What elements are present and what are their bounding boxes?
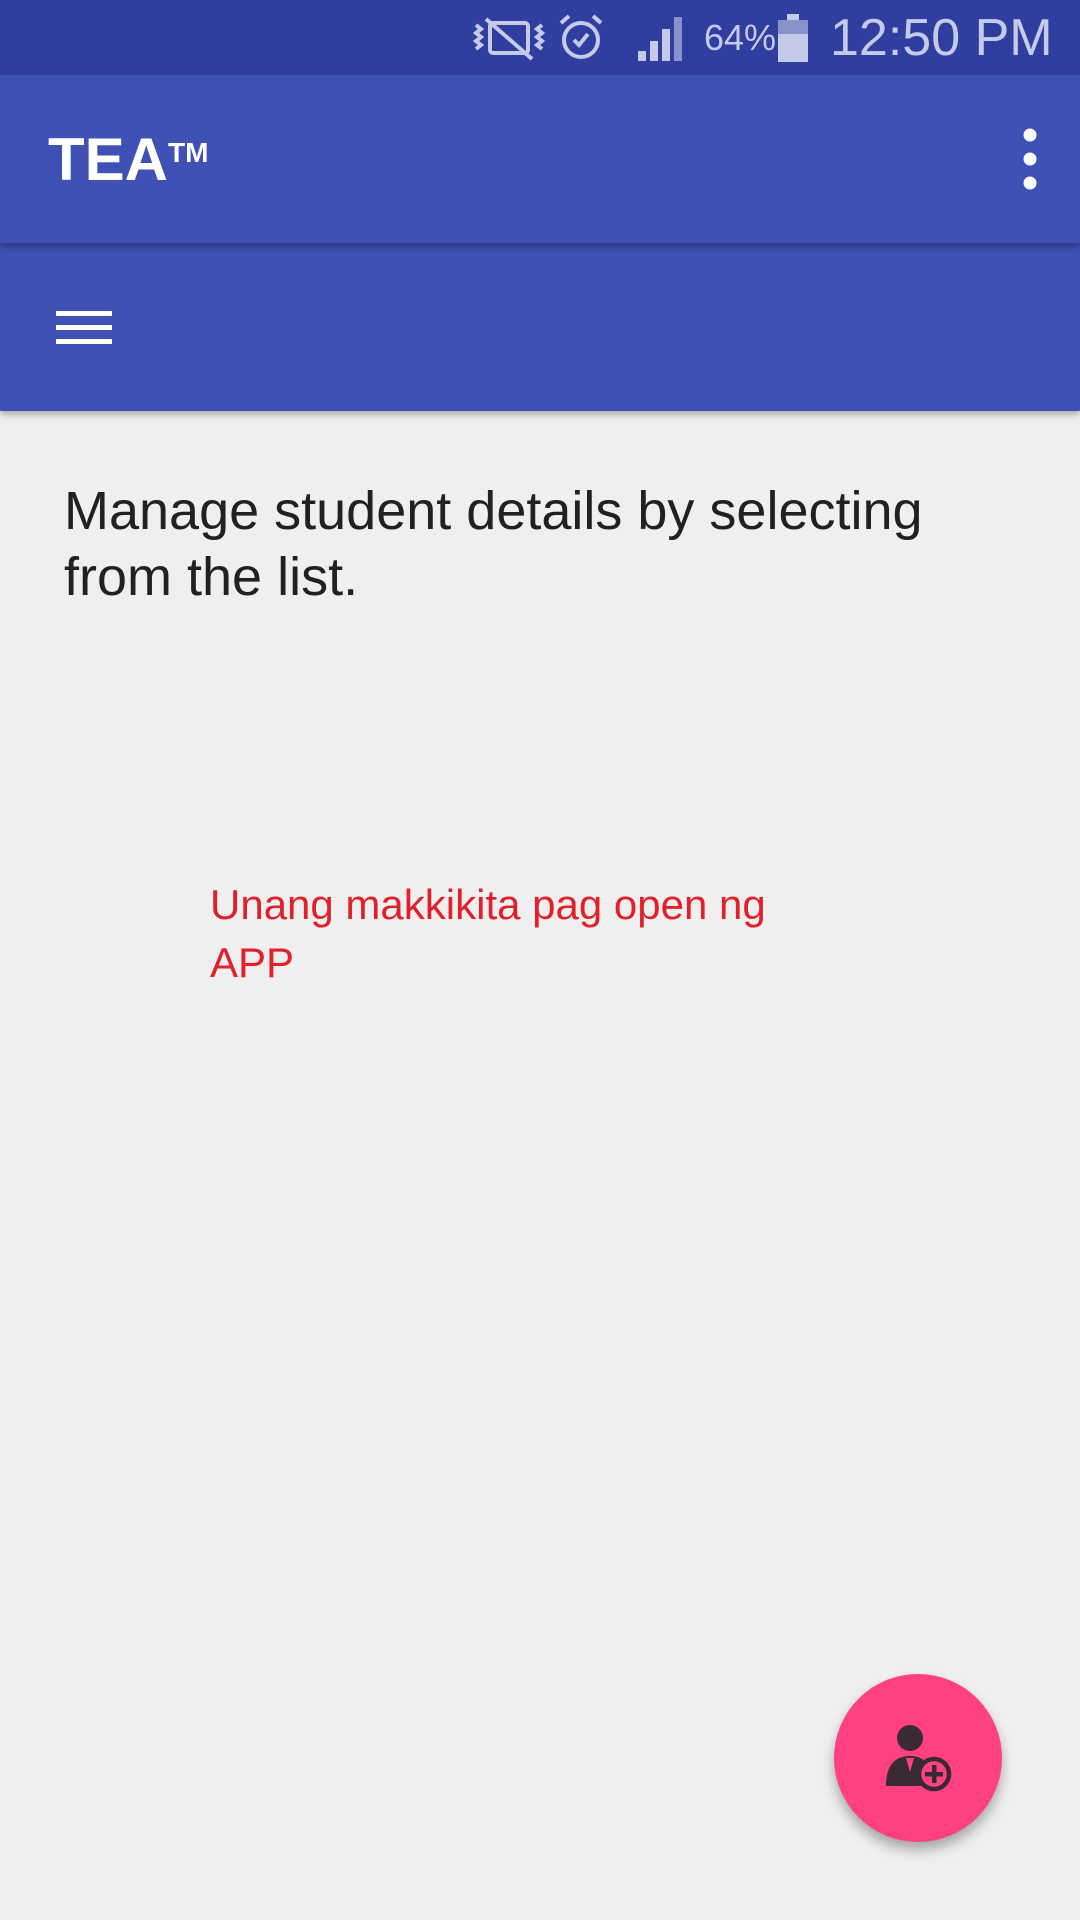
add-student-button[interactable] — [834, 1674, 1002, 1842]
signal-icon — [636, 0, 688, 75]
hamburger-menu-icon — [56, 311, 112, 344]
intro-text: Manage student details by selecting from… — [64, 481, 923, 607]
battery-percent: 64% — [704, 16, 777, 58]
more-options-button[interactable] — [1000, 117, 1060, 201]
app-title-text: TEA — [48, 125, 168, 193]
app-bar: TEA TM — [0, 75, 1080, 243]
add-student-icon — [886, 1725, 952, 1792]
app-title: TEA TM — [48, 75, 208, 243]
annotation-text: Unang makkikita pag open ng APP — [210, 881, 766, 986]
battery-icon — [776, 0, 810, 75]
status-time: 12:50 PM — [830, 8, 1053, 67]
status-bar: 64% 12:50 PM — [0, 0, 1080, 75]
alarm-icon — [556, 0, 606, 75]
navigation-menu-button[interactable] — [40, 285, 130, 369]
more-vert-icon — [1023, 128, 1037, 190]
trademark-mark: TM — [168, 137, 209, 168]
vibrate-mute-icon — [472, 0, 546, 75]
navigation-toolbar — [0, 243, 1080, 411]
